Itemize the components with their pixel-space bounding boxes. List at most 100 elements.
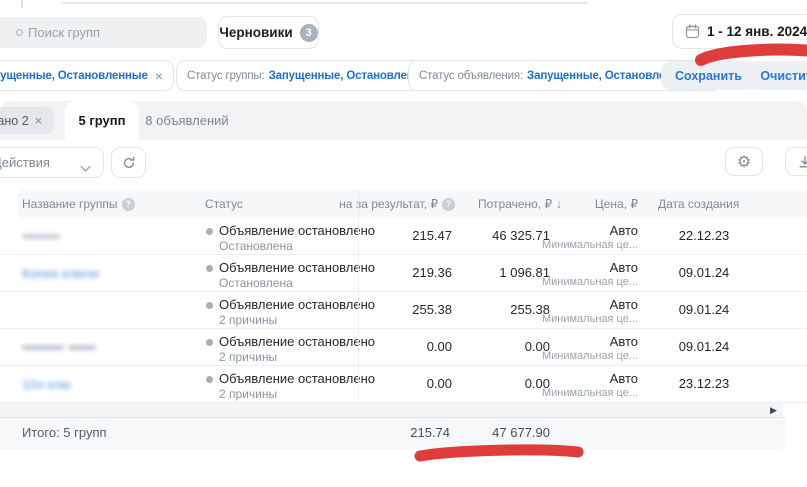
price-value: Авто <box>610 260 638 275</box>
column-header-created[interactable]: Дата создания <box>658 190 739 218</box>
refresh-button[interactable] <box>111 147 146 178</box>
table-row: Копия ключи Объявление остановлено Остан… <box>0 255 807 292</box>
created-date: 09.01.24 <box>662 255 746 291</box>
actions-dropdown[interactable]: Действия <box>0 147 104 178</box>
price-strategy: Минимальная це... <box>542 350 638 362</box>
drafts-button[interactable]: Черновики 3 <box>218 16 319 49</box>
clear-filters-button[interactable]: Очистить <box>747 61 807 90</box>
table-footer <box>0 417 786 449</box>
search-placeholder: Поиск групп <box>28 25 100 40</box>
search-input[interactable]: Поиск групп <box>0 17 207 48</box>
created-date: 09.01.24 <box>662 329 746 365</box>
group-name-link[interactable]: Копия ключи <box>22 266 99 281</box>
status-subtext: Остановлена <box>219 239 293 253</box>
settings-button[interactable]: ⚙ <box>725 147 763 176</box>
table-row: Объявление остановлено Остановлена 215.4… <box>0 218 807 255</box>
price-value: Авто <box>610 223 638 238</box>
price-value: Авто <box>610 334 638 349</box>
totals-cost-per-result: 215.74 <box>410 417 450 449</box>
cost-per-result-value: 219.36 <box>412 255 452 291</box>
cost-per-result-value: 0.00 <box>427 366 452 402</box>
created-date: 22.12.23 <box>662 218 746 254</box>
help-icon[interactable]: ? <box>122 198 135 211</box>
table-row: Объявление остановлено 2 причины 0.00 0.… <box>0 329 807 366</box>
table-row: Объявление остановлено 2 причины 255.38 … <box>0 292 807 329</box>
group-name-link[interactable]: 10л клю <box>22 377 71 392</box>
created-date: 09.01.24 <box>662 292 746 328</box>
tab-ads[interactable]: 8 объявлений <box>139 101 235 140</box>
close-icon[interactable]: × <box>155 68 163 84</box>
column-header-spent[interactable]: Потрачено, ₽ ↓ <box>478 190 562 218</box>
price-strategy: Минимальная це... <box>542 239 638 251</box>
column-header-price[interactable]: Цена, ₽ <box>595 190 638 218</box>
status-text: Объявление остановлено <box>219 260 375 275</box>
close-icon[interactable]: × <box>35 113 43 128</box>
tab-groups[interactable]: 5 групп <box>65 101 139 140</box>
totals-spent: 47 677.90 <box>492 417 550 449</box>
column-header-label: Цена, ₽ <box>595 197 638 211</box>
status-text: Объявление остановлено <box>219 297 375 312</box>
vk-ads-groups-screen: Поиск групп Черновики 3 1 - 12 янв. 2024… <box>0 0 807 487</box>
calendar-icon <box>685 24 700 39</box>
cost-per-result-value: 215.47 <box>412 218 452 254</box>
column-header-label: Название группы <box>22 197 118 211</box>
status-text: Объявление остановлено <box>219 334 375 349</box>
save-filters-button[interactable]: Сохранить <box>661 61 756 90</box>
sort-desc-icon: ↓ <box>556 197 562 211</box>
clipped-ui-fragment <box>21 0 23 8</box>
selection-chip-label: Выбрано 2 <box>0 114 29 128</box>
gear-icon: ⚙ <box>737 152 751 172</box>
column-header-label: Потрачено, ₽ <box>478 197 552 211</box>
column-header-cost-per-result[interactable]: на за результат, ₽ ? <box>339 190 455 218</box>
filter-chip-value: Запущенные, Остановленные <box>0 70 148 82</box>
drafts-count-badge: 3 <box>300 24 318 42</box>
price-strategy: Минимальная це... <box>542 313 638 325</box>
status-dot <box>206 228 213 235</box>
status-dot <box>206 339 213 346</box>
frozen-pane-divider <box>358 190 359 403</box>
created-date: 23.12.23 <box>662 366 746 402</box>
status-dot <box>206 302 213 309</box>
column-header-label: Дата создания <box>658 197 739 211</box>
status-subtext: Остановлена <box>219 276 293 290</box>
price-strategy: Минимальная це... <box>542 276 638 288</box>
cost-per-result-value: 255.38 <box>412 292 452 328</box>
clipped-ui-fragment <box>62 2 587 4</box>
actions-label: Действия <box>0 155 50 170</box>
selection-chip[interactable]: Выбрано 2 × <box>0 107 54 134</box>
price-strategy: Минимальная це... <box>542 387 638 399</box>
filter-chip-label: Статус группы: <box>187 70 265 82</box>
date-range-picker[interactable]: 1 - 12 янв. 2024 <box>672 14 807 49</box>
cost-per-result-value: 0.00 <box>427 329 452 365</box>
status-text: Объявление остановлено <box>219 223 375 238</box>
download-icon <box>798 155 807 169</box>
totals-label: Итого: 5 групп <box>22 417 107 449</box>
status-dot <box>206 376 213 383</box>
column-header-name[interactable]: Название группы ? <box>22 190 135 218</box>
filter-chip-label: Статус объявления: <box>419 70 523 82</box>
horizontal-scrollbar <box>0 403 783 417</box>
column-header-label: на за результат, ₽ <box>339 197 438 211</box>
price-value: Авто <box>610 371 638 386</box>
price-value: Авто <box>610 297 638 312</box>
redacted-group-name[interactable] <box>22 345 64 350</box>
help-icon[interactable]: ? <box>442 198 455 211</box>
status-dot <box>206 265 213 272</box>
column-header-label: Статус <box>205 197 243 211</box>
status-subtext: 2 причины <box>219 313 277 327</box>
refresh-icon <box>122 156 136 170</box>
status-subtext: 2 причины <box>219 350 277 364</box>
drafts-label: Черновики <box>219 25 292 40</box>
chevron-down-icon <box>80 160 91 178</box>
status-text: Объявление остановлено <box>219 371 375 386</box>
redacted-group-name[interactable] <box>68 345 96 350</box>
status-subtext: 2 причины <box>219 387 277 401</box>
search-icon <box>16 29 23 36</box>
column-header-status[interactable]: Статус <box>205 190 243 218</box>
scroll-right-icon[interactable]: ▶ <box>770 403 777 417</box>
table-row: 10л клю Объявление остановлено 2 причины… <box>0 366 807 403</box>
export-button[interactable] <box>785 147 807 176</box>
redacted-group-name[interactable] <box>22 234 60 239</box>
filter-chip-campaign-status[interactable]: Запущенные, Остановленные × <box>0 60 174 91</box>
date-range-value: 1 - 12 янв. 2024 <box>707 24 807 39</box>
